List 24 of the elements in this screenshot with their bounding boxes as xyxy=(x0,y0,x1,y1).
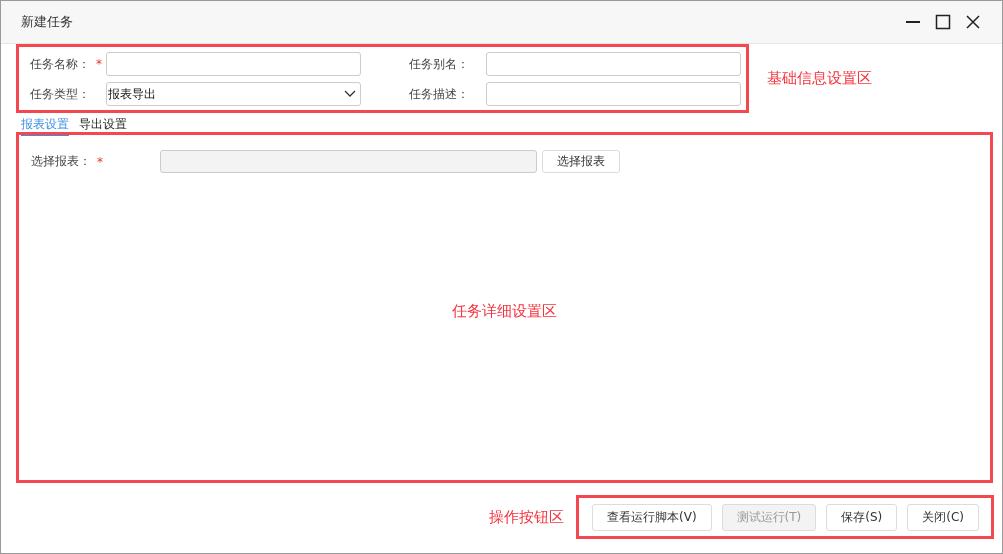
field-label: 任务名称： xyxy=(30,55,90,73)
field-label: 任务别名： xyxy=(409,55,469,73)
field-label: 任务类型： xyxy=(30,85,90,103)
chevron-down-icon xyxy=(344,90,356,98)
text-field[interactable] xyxy=(486,82,741,106)
close-icon xyxy=(965,14,981,30)
text-field[interactable] xyxy=(486,52,741,76)
field-label: 任务描述： xyxy=(409,85,469,103)
required-mark: * xyxy=(96,57,102,71)
minimize-icon xyxy=(906,21,920,23)
tab[interactable]: 导出设置 xyxy=(79,116,127,136)
required-mark: * xyxy=(97,154,103,169)
action-button[interactable]: 查看运行脚本(V) xyxy=(592,504,712,531)
field-label: 选择报表： xyxy=(31,153,91,170)
action-button[interactable]: 保存(S) xyxy=(826,504,898,531)
annotation-label: 基础信息设置区 xyxy=(767,69,872,88)
window-title: 新建任务 xyxy=(21,13,74,31)
tab[interactable]: 报表设置 xyxy=(21,116,69,136)
annotation-label: 任务详细设置区 xyxy=(452,302,557,321)
type-select[interactable]: 报表导出 xyxy=(106,82,361,106)
annotation-label: 操作按钮区 xyxy=(489,507,564,527)
action-button[interactable]: 关闭(C) xyxy=(907,504,979,531)
maximize-icon xyxy=(935,14,951,30)
text-field[interactable] xyxy=(106,52,361,76)
